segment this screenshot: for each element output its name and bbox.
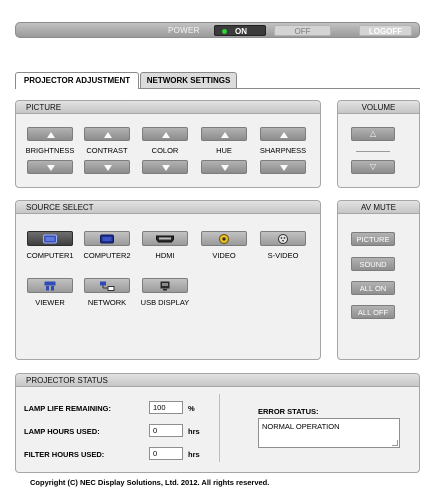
- source-video-button[interactable]: [201, 231, 247, 246]
- error-status-label: ERROR STATUS:: [258, 407, 319, 416]
- power-led-icon: [222, 29, 227, 34]
- source-computer2-label: COMPUTER2: [83, 251, 131, 260]
- hue-label: HUE: [216, 146, 232, 155]
- source-usb-display-button[interactable]: [142, 278, 188, 293]
- lamp-hours-field[interactable]: [149, 424, 183, 437]
- computer-icon: [100, 234, 114, 243]
- source-viewer-button[interactable]: [27, 278, 73, 293]
- lamp-hours-label: LAMP HOURS USED:: [24, 427, 100, 436]
- triangle-up-icon: [104, 132, 112, 138]
- mute-all-off-button[interactable]: ALL OFF: [351, 305, 395, 319]
- hdmi-icon: [156, 235, 174, 242]
- source-viewer-label: VIEWER: [35, 298, 65, 307]
- triangle-up-icon: [221, 132, 229, 138]
- volume-down-button[interactable]: ▽: [351, 160, 395, 174]
- lamp-life-label: LAMP LIFE REMAINING:: [24, 404, 111, 413]
- triangle-up-icon: [47, 132, 55, 138]
- triangle-up-icon: [162, 132, 170, 138]
- projector-status-panel: PROJECTOR STATUS LAMP LIFE REMAINING: % …: [15, 373, 420, 473]
- hue-up-button[interactable]: [201, 127, 247, 141]
- error-status-box[interactable]: NORMAL OPERATION: [258, 418, 400, 448]
- mute-picture-button[interactable]: PICTURE: [351, 232, 395, 246]
- copyright-text: Copyright (C) NEC Display Solutions, Ltd…: [30, 478, 270, 487]
- filter-hours-label: FILTER HOURS USED:: [24, 450, 105, 459]
- av-mute-panel: AV MUTE PICTURE SOUND ALL ON ALL OFF: [337, 200, 420, 360]
- triangle-down-icon: [221, 165, 229, 171]
- error-status-value: NORMAL OPERATION: [262, 422, 340, 431]
- picture-panel-title: PICTURE: [16, 101, 320, 114]
- triangle-up-icon: [280, 132, 288, 138]
- sharpness-label: SHARPNESS: [259, 146, 307, 155]
- color-label: COLOR: [151, 146, 179, 155]
- logoff-button[interactable]: LOGOFF: [359, 25, 412, 36]
- power-label: POWER: [168, 26, 200, 35]
- source-svideo-label: S-VIDEO: [267, 251, 299, 260]
- computer-icon: [43, 234, 57, 243]
- source-hdmi-button[interactable]: [142, 231, 188, 246]
- power-off-button[interactable]: OFF: [274, 25, 331, 36]
- filter-hours-field[interactable]: [149, 447, 183, 460]
- sharpness-up-button[interactable]: [260, 127, 306, 141]
- status-divider: [219, 394, 220, 462]
- power-on-label: ON: [235, 27, 247, 36]
- network-icon: [100, 281, 115, 291]
- picture-panel: PICTURE BRIGHTNESS CONTRAST COLOR HUE SH…: [15, 100, 321, 188]
- mute-sound-button[interactable]: SOUND: [351, 257, 395, 271]
- brightness-up-button[interactable]: [27, 127, 73, 141]
- av-mute-panel-title: AV MUTE: [338, 201, 419, 214]
- volume-divider: [356, 151, 390, 152]
- projector-web-control-page: POWER ON OFF LOGOFF PROJECTOR ADJUSTMENT…: [0, 0, 434, 498]
- brightness-label: BRIGHTNESS: [25, 146, 75, 155]
- projector-status-panel-title: PROJECTOR STATUS: [16, 374, 419, 387]
- contrast-up-button[interactable]: [84, 127, 130, 141]
- tab-projector-adjustment[interactable]: PROJECTOR ADJUSTMENT: [15, 72, 139, 89]
- triangle-down-outline-icon: ▽: [369, 162, 377, 171]
- hue-down-button[interactable]: [201, 160, 247, 174]
- color-down-button[interactable]: [142, 160, 188, 174]
- triangle-down-icon: [280, 165, 288, 171]
- triangle-down-icon: [104, 165, 112, 171]
- tab-network-settings[interactable]: NETWORK SETTINGS: [140, 72, 237, 88]
- mute-all-on-button[interactable]: ALL ON: [351, 281, 395, 295]
- source-computer1-label: COMPUTER1: [26, 251, 74, 260]
- source-svideo-button[interactable]: [260, 231, 306, 246]
- contrast-label: CONTRAST: [86, 146, 128, 155]
- viewer-icon: [44, 281, 56, 290]
- source-computer2-button[interactable]: [84, 231, 130, 246]
- triangle-down-icon: [162, 165, 170, 171]
- volume-panel-title: VOLUME: [338, 101, 419, 114]
- contrast-down-button[interactable]: [84, 160, 130, 174]
- source-video-label: VIDEO: [212, 251, 236, 260]
- lamp-hours-unit: hrs: [188, 427, 200, 436]
- resize-grip-icon[interactable]: [392, 440, 398, 446]
- brightness-down-button[interactable]: [27, 160, 73, 174]
- source-select-panel-title: SOURCE SELECT: [16, 201, 320, 214]
- source-computer1-button[interactable]: [27, 231, 73, 246]
- filter-hours-unit: hrs: [188, 450, 200, 459]
- color-up-button[interactable]: [142, 127, 188, 141]
- power-bar: POWER ON OFF LOGOFF: [15, 22, 420, 38]
- source-network-button[interactable]: [84, 278, 130, 293]
- volume-panel: VOLUME △ ▽: [337, 100, 420, 188]
- triangle-down-icon: [47, 165, 55, 171]
- video-icon: [219, 233, 229, 244]
- source-hdmi-label: HDMI: [155, 251, 175, 260]
- source-network-label: NETWORK: [87, 298, 127, 307]
- triangle-up-outline-icon: △: [369, 129, 377, 138]
- volume-up-button[interactable]: △: [351, 127, 395, 141]
- sharpness-down-button[interactable]: [260, 160, 306, 174]
- lamp-life-field[interactable]: [149, 401, 183, 414]
- usb-display-icon: [160, 281, 170, 290]
- svideo-icon: [278, 233, 288, 244]
- power-on-button[interactable]: ON: [214, 25, 266, 36]
- source-select-panel: SOURCE SELECT COMPUTER1 COMPUTER2 HDMI V…: [15, 200, 321, 360]
- lamp-life-unit: %: [188, 404, 195, 413]
- source-usb-display-label: USB DISPLAY: [140, 298, 190, 307]
